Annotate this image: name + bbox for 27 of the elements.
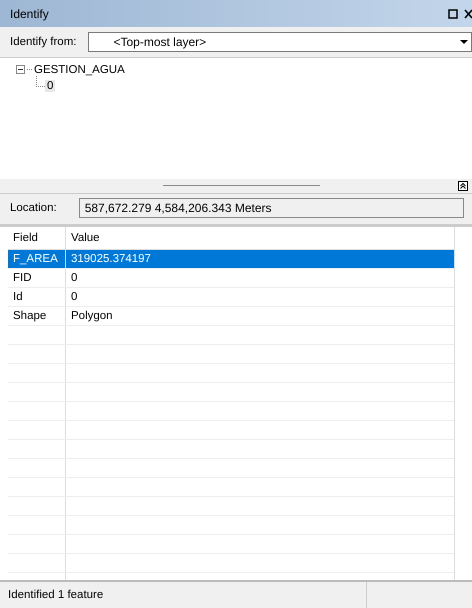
table-cell: Id	[13, 291, 23, 303]
table-cell: 319025.374197	[71, 253, 151, 265]
table-row[interactable]: FID 0	[8, 269, 454, 288]
table-cell: Shape	[13, 310, 46, 322]
location-field: 587,672.279 4,584,206.343 Meters	[78, 198, 464, 218]
close-icon[interactable]	[464, 8, 472, 18]
tree-item[interactable]: 0	[45, 80, 56, 92]
dropdown-arrow-icon[interactable]	[459, 39, 469, 45]
status-text: Identified 1 feature	[8, 589, 104, 601]
tree-item[interactable]: GESTION_AGUA	[34, 64, 125, 76]
location-label: Location:	[10, 202, 57, 214]
table-cell: F_AREA	[13, 253, 58, 265]
table-row[interactable]: Id 0	[8, 288, 454, 307]
table-cell: FID	[13, 272, 32, 284]
column-header[interactable]: Value	[66, 227, 454, 249]
column-header[interactable]: Field	[8, 227, 66, 249]
identify-from-label: Identify from:	[10, 36, 76, 48]
collapse-icon[interactable]	[16, 65, 25, 74]
window-title: Identify	[10, 6, 49, 20]
table-cell: Polygon	[71, 310, 113, 322]
table-cell: 0	[71, 272, 78, 284]
table-row[interactable]: Shape Polygon	[8, 307, 454, 326]
table-row[interactable]: F_AREA 319025.374197	[8, 250, 454, 269]
maximize-icon[interactable]	[448, 8, 458, 18]
collapse-panel-icon[interactable]	[458, 181, 468, 191]
layer-dropdown[interactable]: <Top-most layer>	[88, 32, 472, 52]
table-cell: 0	[71, 291, 78, 303]
